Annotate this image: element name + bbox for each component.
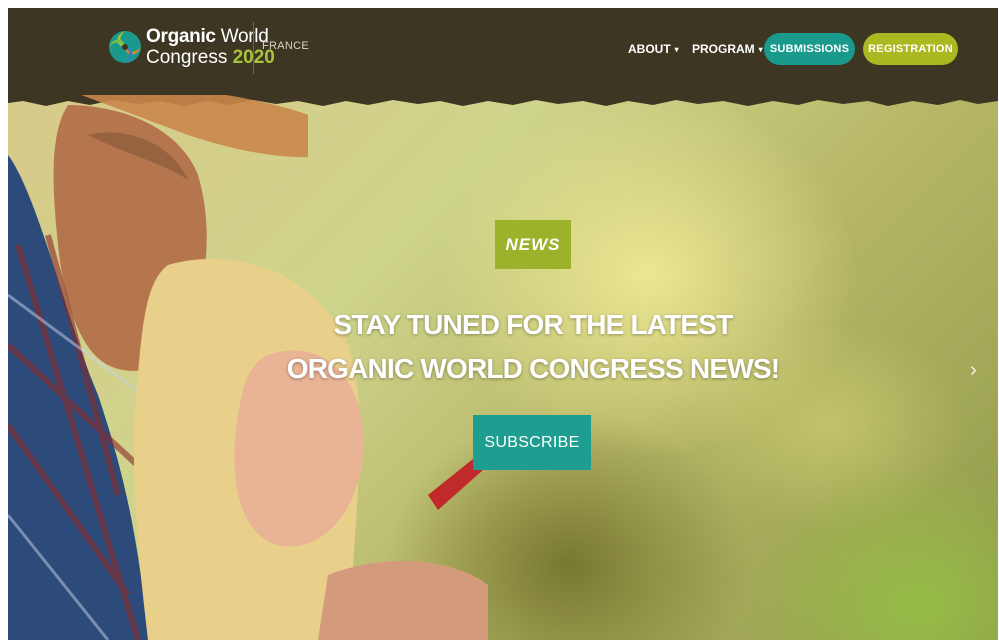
hero-headline-line2: ORGANIC WORLD CONGRESS NEWS! [286, 353, 780, 384]
site-logo[interactable]: Organic World Congress 2020 [108, 24, 275, 70]
logo-text: Organic World Congress 2020 [146, 27, 275, 67]
nav-program[interactable]: PROGRAM ▾ [692, 42, 763, 56]
caret-down-icon: ▾ [758, 45, 763, 54]
news-badge: NEWS [495, 220, 571, 269]
hero-headline: STAY TUNED FOR THE LATEST ORGANIC WORLD … [268, 303, 798, 391]
hero-banner: NEWS STAY TUNED FOR THE LATEST ORGANIC W… [8, 95, 998, 640]
registration-button[interactable]: REGISTRATION [863, 33, 958, 65]
nav-about-label: ABOUT [628, 42, 671, 56]
submissions-button[interactable]: SUBMISSIONS [764, 33, 855, 65]
chevron-right-icon[interactable]: › [970, 359, 977, 382]
nav-about[interactable]: ABOUT ▾ [628, 42, 679, 56]
hero-headline-line1: STAY TUNED FOR THE LATEST [333, 309, 734, 340]
country-label: FRANCE [262, 40, 310, 52]
nav-program-label: PROGRAM [692, 42, 755, 56]
logo-word-organic: Organic [146, 26, 216, 47]
logo-divider [253, 22, 254, 74]
logo-icon [109, 31, 141, 63]
caret-down-icon: ▾ [674, 45, 679, 54]
site-header: Organic World Congress 2020 FRANCE ABOUT… [8, 8, 998, 95]
logo-word-congress: Congress [146, 47, 228, 68]
subscribe-button[interactable]: SUBSCRIBE [473, 415, 591, 470]
